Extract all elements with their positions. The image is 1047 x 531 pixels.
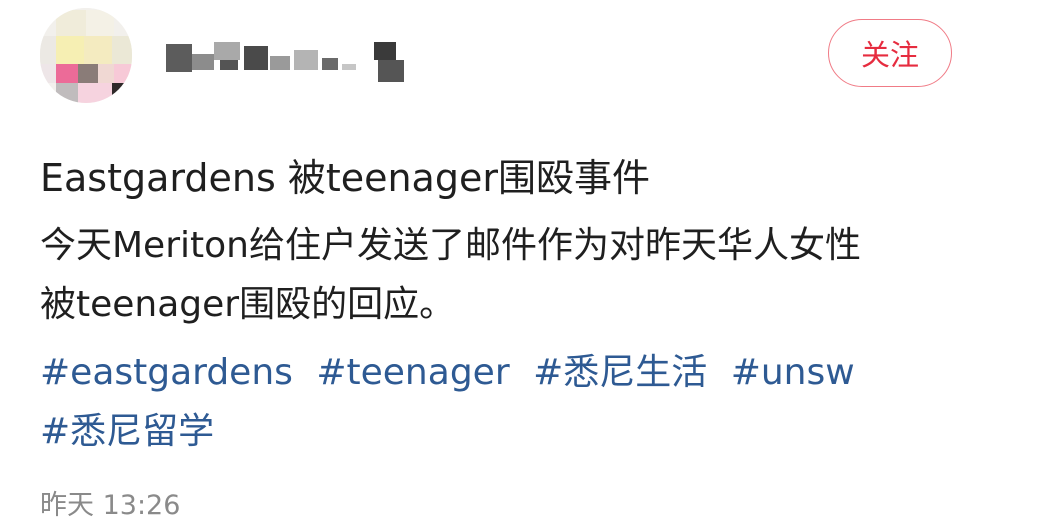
username[interactable] <box>166 42 410 82</box>
post-timestamp: 昨天 13:26 <box>40 490 181 521</box>
follow-button-label: 关注 <box>860 38 919 72</box>
hashtag-eastgardens[interactable]: #eastgardens <box>40 352 293 393</box>
post-body-line: 被teenager围殴的回应。 <box>40 284 456 325</box>
hashtag-row: #eastgardens #teenager #悉尼生活 #unsw <box>40 343 1000 402</box>
post-body: 今天Meriton给住户发送了邮件作为对昨天华人女性 被teenager围殴的回… <box>40 216 980 334</box>
hashtag-teenager[interactable]: #teenager <box>316 352 509 393</box>
post-body-line: 今天Meriton给住户发送了邮件作为对昨天华人女性 <box>40 225 861 266</box>
avatar[interactable] <box>40 8 132 103</box>
hashtag-sydney-life[interactable]: #悉尼生活 <box>533 352 707 393</box>
hashtag-list: #eastgardens #teenager #悉尼生活 #unsw #悉尼留学 <box>40 343 1000 461</box>
post-title: Eastgardens 被teenager围殴事件 <box>40 156 650 200</box>
hashtag-sydney-study[interactable]: #悉尼留学 <box>40 411 214 452</box>
follow-button[interactable]: 关注 <box>828 19 952 87</box>
hashtag-row: #悉尼留学 <box>40 402 1000 461</box>
hashtag-unsw[interactable]: #unsw <box>731 352 855 393</box>
post-header: 关注 <box>0 0 1047 120</box>
